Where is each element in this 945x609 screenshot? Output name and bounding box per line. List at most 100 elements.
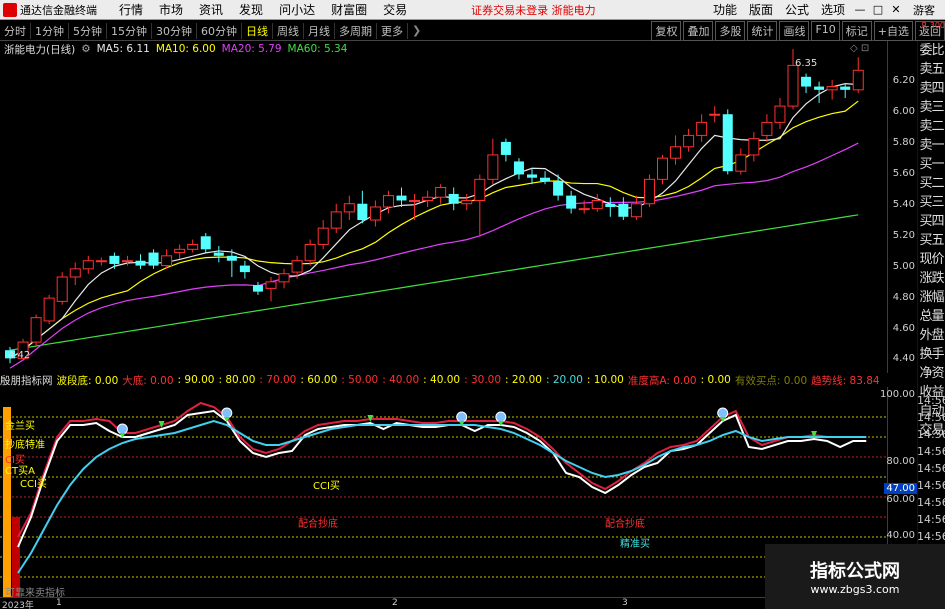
indicator-name[interactable]: 殷朋指标网 bbox=[0, 373, 53, 387]
period-weekly[interactable]: 周线 bbox=[273, 22, 304, 39]
menu-item-layout[interactable]: 版面 bbox=[743, 1, 779, 18]
maximize-button[interactable]: □ bbox=[869, 3, 887, 16]
side-item[interactable]: 卖一 bbox=[918, 136, 945, 155]
menu-item-options[interactable]: 选项 bbox=[815, 1, 851, 18]
guest-label[interactable]: 游客 bbox=[913, 2, 935, 18]
price-axis: 6.20 6.00 5.80 5.60 5.40 5.20 5.00 4.80 … bbox=[887, 41, 917, 373]
candle-body bbox=[748, 138, 760, 156]
side-item[interactable]: 卖四 bbox=[918, 79, 945, 98]
indicator-field: 大底: 0.00 bbox=[122, 374, 174, 387]
candlestick-chart[interactable] bbox=[0, 41, 887, 373]
multi-stock-button[interactable]: 多股 bbox=[715, 20, 746, 41]
side-item[interactable]: 现价 bbox=[918, 250, 945, 269]
combo-bottom-label: 配合抄底 bbox=[605, 519, 645, 530]
period-5min[interactable]: 5分钟 bbox=[69, 22, 107, 39]
period-timeshare[interactable]: 分时 bbox=[0, 22, 31, 39]
price-tick: 5.80 bbox=[892, 137, 915, 148]
precise-buy-label: 精准买 bbox=[620, 539, 650, 550]
side-item[interactable]: 买五 bbox=[918, 231, 945, 250]
menu-item-formula[interactable]: 公式 bbox=[779, 1, 815, 18]
login-notice[interactable]: 证券交易未登录 浙能电力 bbox=[471, 2, 596, 18]
period-60min[interactable]: 60分钟 bbox=[197, 22, 242, 39]
month-label: 1 bbox=[56, 598, 62, 608]
candle-body bbox=[826, 86, 838, 91]
menu-item-trade[interactable]: 交易 bbox=[375, 1, 415, 18]
period-monthly[interactable]: 月线 bbox=[304, 22, 335, 39]
side-item[interactable]: 买二 bbox=[918, 174, 945, 193]
corner-indicator: R 300 bbox=[921, 21, 945, 30]
signal-balloon-icon bbox=[717, 407, 729, 419]
side-item[interactable]: 换手 bbox=[918, 345, 945, 364]
candle-body bbox=[357, 203, 368, 221]
period-multi[interactable]: 多周期 bbox=[335, 22, 377, 39]
period-15min[interactable]: 15分钟 bbox=[107, 22, 152, 39]
candle-body bbox=[265, 281, 277, 289]
time-strip-item: 14:56 bbox=[917, 513, 945, 526]
candle-body bbox=[43, 297, 55, 322]
gear-icon[interactable]: ⚙ bbox=[81, 43, 90, 55]
minimize-button[interactable]: — bbox=[851, 3, 869, 16]
f10-button[interactable]: F10 bbox=[811, 20, 840, 41]
period-more[interactable]: 更多 bbox=[377, 22, 408, 39]
indicator-field: : 60.00 bbox=[300, 374, 338, 386]
indicator-chart[interactable] bbox=[0, 387, 887, 597]
cci-buy-label: CCI买 bbox=[313, 481, 340, 492]
menu-item-quotes[interactable]: 行情 bbox=[111, 1, 151, 18]
candle-body bbox=[461, 199, 473, 205]
period-1min[interactable]: 1分钟 bbox=[31, 22, 69, 39]
candle-body bbox=[148, 252, 159, 266]
side-item[interactable]: 委比 bbox=[918, 41, 945, 60]
close-button[interactable]: ✕ bbox=[887, 3, 905, 16]
side-item[interactable]: 涨跌 bbox=[918, 269, 945, 288]
price-tick: 4.40 bbox=[892, 353, 915, 364]
candle-body bbox=[82, 260, 94, 270]
time-strip-item: 14:56 bbox=[917, 462, 945, 475]
chevron-right-icon[interactable]: ❯ bbox=[412, 24, 421, 37]
stock-name[interactable]: 浙能电力(日线) bbox=[4, 42, 75, 57]
side-item[interactable]: 卖三 bbox=[918, 98, 945, 117]
candle-body bbox=[683, 134, 695, 148]
indicator-tick: 40.00 bbox=[886, 530, 915, 541]
side-item[interactable]: 卖二 bbox=[918, 117, 945, 136]
candle-body bbox=[696, 121, 708, 136]
candle-body bbox=[630, 203, 642, 218]
signal-balloon-icon bbox=[456, 411, 468, 423]
period-daily[interactable]: 日线 bbox=[242, 22, 273, 39]
candle-body bbox=[95, 260, 107, 263]
menu-item-wealth[interactable]: 财富圈 bbox=[323, 1, 375, 18]
side-item[interactable]: 卖五 bbox=[918, 60, 945, 79]
menu-item-discover[interactable]: 发现 bbox=[231, 1, 271, 18]
side-item[interactable]: 买三 bbox=[918, 193, 945, 212]
side-item[interactable]: 买一 bbox=[918, 155, 945, 174]
menu-item-function[interactable]: 功能 bbox=[707, 1, 743, 18]
diamond-icon[interactable]: ◇ ⊡ bbox=[850, 43, 869, 54]
adjust-button[interactable]: 复权 bbox=[651, 20, 682, 41]
add-watchlist-button[interactable]: +自选 bbox=[873, 20, 913, 41]
side-item[interactable]: 总量 bbox=[918, 307, 945, 326]
indicator-field: 波段底: 0.00 bbox=[56, 374, 119, 387]
side-item[interactable]: 外盘 bbox=[918, 326, 945, 345]
period-30min[interactable]: 30分钟 bbox=[152, 22, 197, 39]
side-item[interactable]: 涨幅 bbox=[918, 288, 945, 307]
side-item[interactable]: 净资 bbox=[918, 364, 945, 383]
indicator-field: 准度高A: 0.00 bbox=[627, 374, 697, 387]
menu-item-market[interactable]: 市场 bbox=[151, 1, 191, 18]
candle-body bbox=[735, 154, 747, 172]
indicator-field: 趋势线: 83.84 bbox=[811, 374, 880, 387]
price-tick: 6.20 bbox=[892, 75, 915, 86]
side-item[interactable]: 买四 bbox=[918, 212, 945, 231]
time-strip-item: 14:56 bbox=[917, 394, 945, 407]
candle-body bbox=[121, 260, 133, 263]
combo-bottom-label: 配合抄底 bbox=[298, 519, 338, 530]
candle-body bbox=[566, 195, 577, 209]
menu-item-news[interactable]: 资讯 bbox=[191, 1, 231, 18]
price-info-line: 浙能电力(日线) ⚙ MA5: 6.11 MA10: 6.00 MA20: 5.… bbox=[4, 42, 353, 56]
statistics-button[interactable]: 统计 bbox=[747, 20, 778, 41]
mark-button[interactable]: 标记 bbox=[841, 20, 872, 41]
menu-item-assistant[interactable]: 问小达 bbox=[271, 1, 323, 18]
period-toolbar: 分时 1分钟 5分钟 15分钟 30分钟 60分钟 日线 周线 月线 多周期 更… bbox=[0, 20, 945, 41]
candle-body bbox=[840, 86, 851, 90]
time-strip-item: 14:56 bbox=[917, 530, 945, 543]
overlay-button[interactable]: 叠加 bbox=[683, 20, 714, 41]
draw-line-button[interactable]: 画线 bbox=[779, 20, 810, 41]
